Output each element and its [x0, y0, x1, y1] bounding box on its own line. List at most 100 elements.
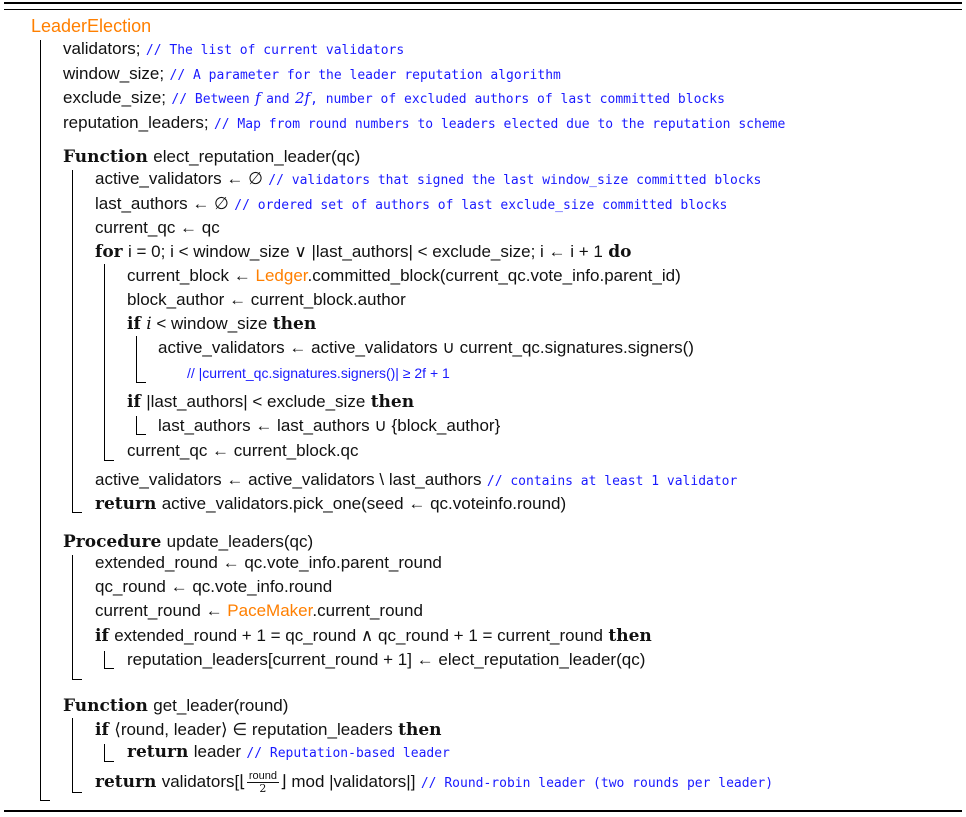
procedure-update-header: Procedure update_leaders(qc) — [63, 531, 313, 553]
statement: current_round ← — [95, 601, 228, 620]
keyword: do — [608, 242, 632, 262]
if-window-body: active_validators ← active_validators ∪ … — [158, 337, 694, 359]
decl-window-size: window_size; // A parameter for the lead… — [63, 63, 561, 87]
update-block-bar — [72, 555, 73, 679]
if-window-header: if i < window_size then — [127, 313, 316, 335]
statement: active_validators.pick_one(seed ← qc.vot… — [161, 494, 567, 513]
elect-block-foot — [72, 512, 82, 513]
keyword: for — [95, 242, 123, 262]
for-block-foot — [104, 460, 114, 461]
statement: block_author ← current_block.author — [127, 290, 406, 309]
top-rule-thick — [4, 2, 962, 4]
module-ref: PaceMaker — [227, 601, 313, 620]
update-block-foot — [72, 679, 82, 680]
statement: validators[⌊ — [161, 772, 246, 791]
comment: // ordered set of authors of last exclud… — [234, 198, 728, 213]
keyword: if — [127, 392, 141, 412]
for-line-block-author: block_author ← current_block.author — [127, 289, 406, 311]
statement: current_qc ← current_block.qc — [127, 441, 359, 460]
statement: qc_round ← qc.vote_info.round — [95, 577, 333, 596]
elect-line-current-qc: current_qc ← qc — [95, 217, 220, 239]
comment: // Round-robin leader (two rounds per le… — [420, 776, 774, 791]
if-exclude-bar — [136, 416, 137, 434]
keyword: return — [95, 772, 157, 792]
outer-block-foot — [40, 800, 50, 801]
getleader-block-foot — [72, 792, 82, 793]
decl-name: validators; — [63, 39, 141, 58]
getleader-if-foot — [104, 761, 114, 762]
outer-block-bar — [40, 40, 41, 800]
condition: |last_authors| < exclude_size — [146, 392, 366, 411]
elect-for-header: for i = 0; i < window_size ∨ |last_autho… — [95, 241, 632, 263]
elect-line-return: return active_validators.pick_one(seed ←… — [95, 493, 566, 515]
decl-comment: // Between — [171, 92, 250, 107]
fraction-denominator: 2 — [259, 782, 267, 795]
keyword: then — [608, 626, 652, 646]
bottom-rule — [4, 810, 962, 812]
function-getleader-header: Function get_leader(round) — [63, 695, 288, 717]
statement: current_qc ← qc — [95, 218, 220, 237]
decl-comment-math: f — [255, 89, 261, 107]
decl-comment: // The list of current validators — [145, 43, 405, 58]
if-exclude-body: last_authors ← last_authors ∪ {block_aut… — [158, 415, 500, 437]
decl-comment: , number of excluded authors of last com… — [310, 92, 725, 107]
for-block-bar — [104, 264, 105, 460]
function-signature: elect_reputation_leader(qc) — [153, 147, 361, 166]
update-line-current-round: current_round ← PaceMaker.current_round — [95, 600, 423, 622]
decl-name: exclude_size; — [63, 88, 167, 107]
keyword: Function — [63, 147, 148, 167]
elect-line-active-init: active_validators ← ∅ // validators that… — [95, 168, 761, 192]
decl-comment-math: 2f — [294, 89, 311, 107]
keyword: return — [95, 494, 157, 514]
decl-comment: // A parameter for the leader reputation… — [169, 68, 561, 83]
if-window-bar — [136, 336, 137, 382]
condition: extended_round + 1 = qc_round ∧ qc_round… — [114, 626, 603, 645]
decl-validators: validators; // The list of current valid… — [63, 38, 404, 62]
if-window-comment: // |current_qc.signatures.signers()| ≥ 2… — [187, 362, 450, 384]
update-line-qc-round: qc_round ← qc.vote_info.round — [95, 576, 332, 598]
statement: .committed_block(current_qc.vote_info.pa… — [307, 266, 681, 285]
if-exclude-header: if |last_authors| < exclude_size then — [127, 391, 414, 413]
decl-exclude-size: exclude_size; // Between f and 2f, numbe… — [63, 87, 725, 111]
keyword: if — [95, 626, 109, 646]
statement: ⌋ mod |validators|] — [279, 772, 416, 791]
statement: active_validators ← active_validators ∪ … — [158, 338, 694, 357]
comment: // contains at least 1 validator — [486, 474, 738, 489]
condition: < window_size — [151, 314, 268, 333]
update-if-body: reputation_leaders[current_round + 1] ← … — [127, 649, 645, 671]
if-exclude-foot — [136, 434, 146, 435]
decl-comment: // Map from round numbers to leaders ele… — [213, 117, 786, 132]
decl-comment: and — [266, 92, 290, 107]
for-line-current-block: current_block ← Ledger.committed_block(c… — [127, 265, 681, 287]
decl-name: window_size; — [63, 64, 165, 83]
update-if-header: if extended_round + 1 = qc_round ∧ qc_ro… — [95, 625, 652, 647]
keyword: if — [127, 314, 141, 334]
keyword: then — [370, 392, 415, 412]
getleader-block-bar — [72, 718, 73, 792]
for-condition: i = 0; i < window_size ∨ |last_authors| … — [128, 242, 603, 261]
elect-line-authors-init: last_authors ← ∅ // ordered set of autho… — [95, 193, 727, 217]
decl-name: reputation_leaders; — [63, 113, 209, 132]
comment: // Reputation-based leader — [246, 746, 450, 761]
statement: active_validators ← ∅ — [95, 169, 263, 188]
if-window-foot — [136, 382, 146, 383]
getleader-return: return validators[⌊ round 2 ⌋ mod |validato… — [95, 771, 773, 795]
keyword: Function — [63, 696, 148, 716]
module-ref: Ledger — [255, 266, 308, 285]
function-elect-header: Function elect_reputation_leader(qc) — [63, 146, 360, 168]
getleader-if-body: return leader // Reputation-based leader — [127, 741, 450, 765]
statement: reputation_leaders[current_round + 1] ← … — [127, 650, 646, 669]
statement: last_authors ← last_authors ∪ {block_aut… — [158, 416, 501, 435]
statement: .current_round — [312, 601, 423, 620]
comment: // validators that signed the last windo… — [268, 173, 762, 188]
getleader-if-header: if ⟨round, leader⟩ ∈ reputation_leaders … — [95, 719, 442, 741]
decl-reputation-leaders: reputation_leaders; // Map from round nu… — [63, 112, 785, 136]
condition: ⟨round, leader⟩ ∈ reputation_leaders — [114, 720, 393, 739]
statement: extended_round ← qc.vote_info.parent_rou… — [95, 553, 442, 572]
keyword: Procedure — [63, 532, 162, 552]
round-fraction: round 2 — [246, 771, 279, 795]
keyword: if — [95, 720, 109, 740]
elect-line-setminus: active_validators ← active_validators \ … — [95, 469, 737, 493]
keyword: then — [272, 314, 317, 334]
statement: active_validators ← active_validators \ … — [95, 470, 482, 489]
